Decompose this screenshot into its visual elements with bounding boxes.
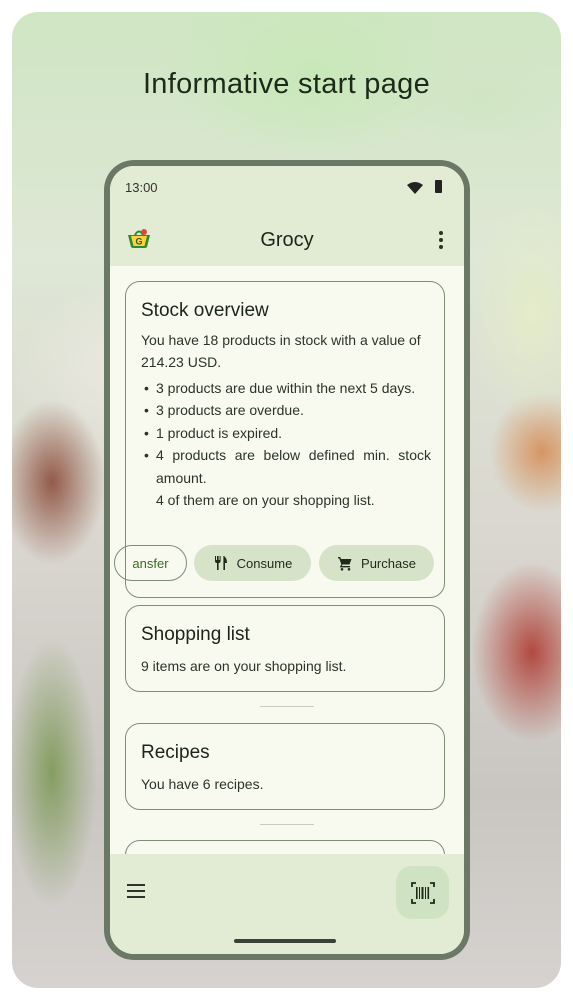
stock-overview-title: Stock overview <box>141 300 269 321</box>
home-indicator <box>234 939 336 943</box>
app-screen: 13:00 G Grocy Stock overview You have 18… <box>110 166 464 954</box>
shopping-cart-icon <box>338 557 352 571</box>
promo-headline: Informative start page <box>142 68 431 100</box>
list-item: • 3 products are due within the next 5 da… <box>144 380 416 396</box>
hamburger-menu-icon[interactable] <box>127 884 145 898</box>
recipes-text: You have 6 recipes. <box>141 776 264 792</box>
barcode-scan-icon <box>410 881 435 904</box>
shopping-list-text: 9 items are on your shopping list. <box>141 658 347 674</box>
divider <box>260 706 314 707</box>
stock-bullet-list: • 3 products are due within the next 5 da… <box>141 377 431 511</box>
shopping-list-title: Shopping list <box>141 624 250 645</box>
status-time: 13:00 <box>125 180 158 195</box>
barcode-scan-button[interactable] <box>396 866 449 919</box>
consume-label: Consume <box>236 555 293 571</box>
list-item: • 3 products are overdue. <box>144 402 304 419</box>
consume-button[interactable]: Consume <box>194 545 311 581</box>
shopping-list-card[interactable]: Shopping list 9 items are on your shoppi… <box>125 605 445 692</box>
top-app-bar: 13:00 G Grocy <box>110 166 464 266</box>
transfer-label: ansfer <box>132 555 169 571</box>
shopping-list-note: 4 of them are on your shopping list. <box>156 492 375 509</box>
stock-overview-card[interactable]: Stock overview You have 18 products in s… <box>114 281 445 598</box>
transfer-button[interactable]: ansfer <box>114 545 187 581</box>
dashboard-content[interactable]: Stock overview You have 18 products in s… <box>110 266 464 854</box>
divider <box>260 824 314 825</box>
purchase-label: Purchase <box>361 555 416 571</box>
list-item: • 4 products are below defined min. stock… <box>144 447 431 486</box>
recipes-title: Recipes <box>141 742 210 763</box>
phone-frame: 13:00 G Grocy Stock overview You have 18… <box>104 160 470 960</box>
recipes-card[interactable]: Recipes You have 6 recipes. <box>125 723 445 810</box>
more-vert-icon[interactable] <box>432 228 450 250</box>
next-card-partial[interactable] <box>125 840 445 854</box>
wifi-icon <box>407 182 423 194</box>
purchase-button[interactable]: Purchase <box>319 545 434 581</box>
stock-summary: You have 18 products in stock with a val… <box>141 332 421 370</box>
bottom-app-bar <box>110 854 464 954</box>
list-item: • 1 product is expired. <box>144 424 283 441</box>
restaurant-icon <box>214 556 227 570</box>
battery-icon <box>435 180 442 193</box>
app-title: Grocy <box>260 229 314 251</box>
